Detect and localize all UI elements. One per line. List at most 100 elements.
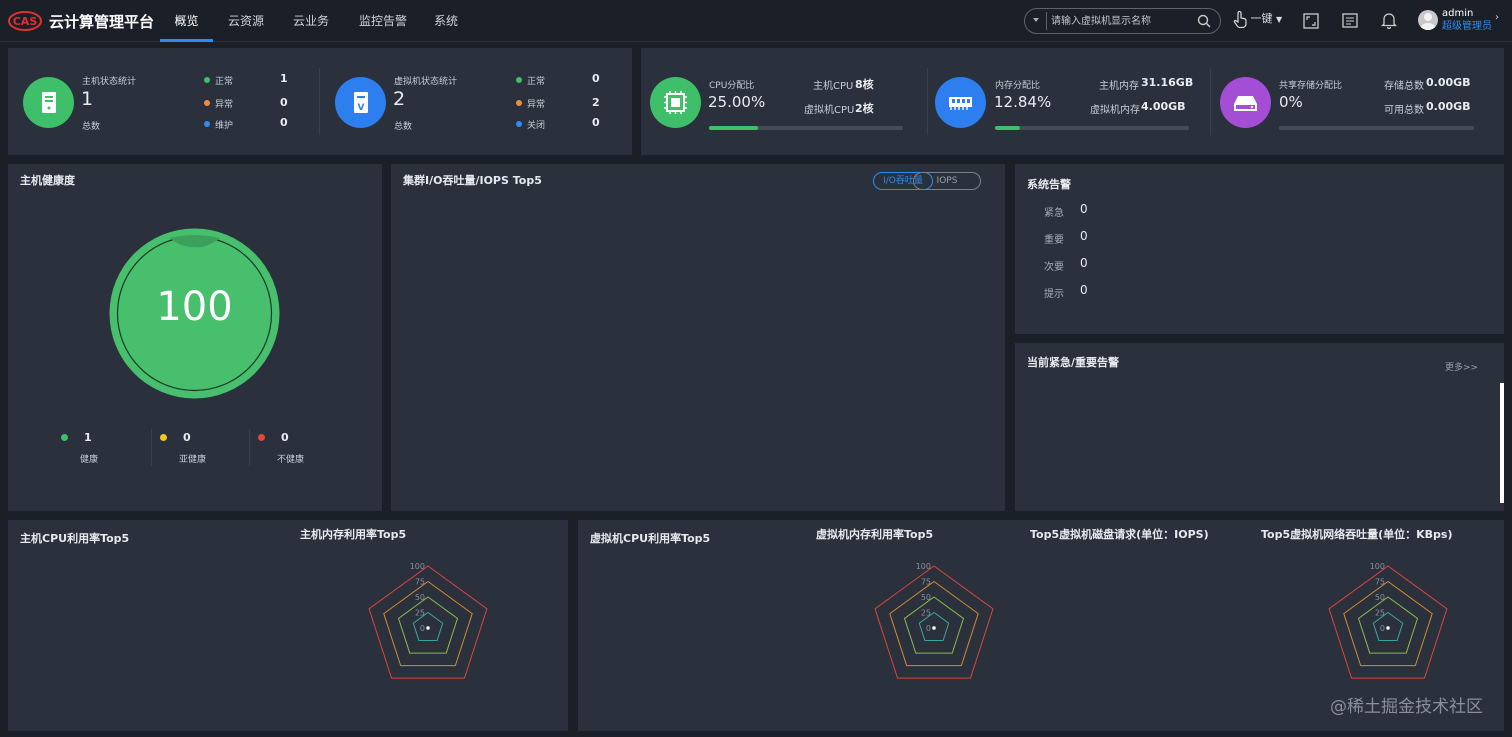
vm-server-icon: V [354,92,368,113]
divider [249,429,250,466]
current-alarm-card: 当前紧急/重要告警 更多>> [1015,343,1504,511]
tab-system[interactable]: 系统 [428,0,464,42]
host-abnormal-label: 异常 [215,100,234,110]
tab-monitoring-alarms[interactable]: 监控告警 [350,0,416,42]
subhealthy-value: 0 [183,431,191,444]
console-icon[interactable] [1342,13,1358,28]
host-vm-status-card: 主机状态统计 1 总数 正常 1 异常 0 维护 0 V 虚拟机状态统计 2 总… [8,48,632,155]
radar-tick-label: 0 [926,624,931,633]
search-input[interactable] [1051,12,1191,30]
vm-stat-circle: V [335,77,386,128]
status-dot-off [516,121,522,127]
tab-cloud-resources[interactable]: 云资源 [220,0,272,42]
search-icon[interactable] [1197,14,1211,28]
vm-cpu-label: 虚拟机CPU [804,105,855,116]
legend-dot-healthy [61,434,68,441]
unhealthy-value: 0 [281,431,289,444]
cpu-percent: 25.00% [708,93,766,111]
status-dot-abnormal [204,100,210,106]
vm-disk-top5-title: Top5虚拟机磁盘请求(单位：IOPS) [1030,528,1209,541]
vm-abnormal-label: 异常 [527,100,546,110]
healthy-value: 1 [84,431,92,444]
tab-iops[interactable]: IOPS [913,172,981,190]
host-stat-title: 主机状态统计 [82,77,137,87]
vm-off-value: 0 [592,116,600,129]
vm-normal-label: 正常 [527,77,546,87]
vm-net-top5-title: Top5虚拟机网络吞吐量(单位：KBps) [1261,528,1453,541]
host-health-card: 主机健康度 100 1 健康 0 亚健康 0 不健康 [8,164,382,511]
cpu-progress-fill [709,126,758,130]
chevron-down-icon: ▼ [1276,15,1283,24]
user-icon [1420,13,1436,30]
user-info[interactable]: admin 超级管理员 [1442,7,1492,33]
onekey-label: 一键 [1250,12,1273,25]
fullscreen-icon[interactable] [1303,13,1319,29]
vm-off-label: 关闭 [527,121,546,131]
alarm-critical-value: 0 [1080,202,1088,216]
memory-label: 内存分配比 [995,81,1041,91]
radar-tick-label: 75 [415,578,425,587]
vm-stat-title: 虚拟机状态统计 [394,77,458,87]
watermark: @稀土掘金技术社区 [1330,697,1483,717]
svg-text:CAS: CAS [13,15,38,28]
storage-circle [1220,77,1271,128]
health-title: 主机健康度 [20,174,75,187]
divider [151,429,152,466]
alarm-major-value: 0 [1080,229,1088,243]
radar-tick-label: 75 [921,578,931,587]
system-alarm-card: 系统告警 紧急 0 重要 0 次要 0 提示 0 [1015,164,1504,334]
memory-circle [935,77,986,128]
vm-abnormal-value: 2 [592,96,600,109]
chevron-right-icon[interactable]: › [1495,12,1499,23]
divider [319,68,320,135]
cpu-label: CPU分配比 [709,81,755,91]
tab-cloud-business[interactable]: 云业务 [285,0,337,42]
memory-stick-icon [949,97,972,110]
radar-tick-label: 25 [921,609,931,618]
cluster-io-card: 集群I/O吞吐量/IOPS Top5 I/O吞吐量 IOPS [391,164,1005,511]
more-link[interactable]: 更多>> [1445,360,1478,373]
storage-total-label: 存储总数 [1384,81,1424,92]
onekey-menu[interactable]: 一键 ▼ [1233,10,1283,29]
subhealthy-label: 亚健康 [179,455,207,465]
radar-tick-label: 0 [1380,624,1385,633]
legend-dot-subhealthy [160,434,167,441]
divider [927,68,928,135]
storage-progress-bar [1279,126,1474,130]
cpu-chip-icon [664,91,687,114]
app-title: 云计算管理平台 [49,13,155,31]
radar-tick-label: 100 [410,562,425,571]
alarm-critical-label: 紧急 [1044,208,1064,219]
radar-data-point [932,626,936,630]
host-abnormal-value: 0 [280,96,288,109]
host-memory-value: 31.16GB [1141,76,1194,89]
alarm-major-label: 重要 [1044,235,1064,246]
host-utilization-card: 主机CPU利用率Top5 主机内存利用率Top5 100 75 50 25 0 [8,520,568,731]
radar-tick-label: 75 [1375,578,1385,587]
allocation-card: CPU分配比 25.00% 主机CPU 8核 虚拟机CPU 2核 内存分配比 1… [641,48,1504,155]
vm-memory-value: 4.00GB [1141,100,1186,113]
radar-tick-label: 25 [1375,609,1385,618]
search-scope-dropdown[interactable] [1033,18,1039,22]
radar-grid-ring [903,596,965,654]
memory-progress-fill [995,126,1020,130]
host-mem-top5-title: 主机内存利用率Top5 [300,528,407,541]
tab-overview[interactable]: 概览 [160,0,213,42]
bell-icon[interactable] [1381,12,1397,29]
avatar[interactable] [1418,10,1438,30]
status-dot-normal [516,77,522,83]
radar-tick-label: 100 [1370,562,1385,571]
vm-mem-top5-title: 虚拟机内存利用率Top5 [816,528,934,541]
cluster-io-title: 集群I/O吞吐量/IOPS Top5 [403,174,542,187]
alarm-minor-label: 次要 [1044,262,1064,273]
storage-label: 共享存储分配比 [1279,81,1343,91]
scrollbar[interactable] [1500,383,1504,503]
cpu-circle [650,77,701,128]
vm-total-value: 2 [393,88,406,110]
host-cpu-label: 主机CPU [813,81,854,92]
storage-total-value: 0.00GB [1426,76,1471,89]
legend-dot-unhealthy [258,434,265,441]
vm-total-label: 总数 [394,122,413,132]
radar-grid-ring [1357,596,1419,654]
divider [1210,68,1211,135]
